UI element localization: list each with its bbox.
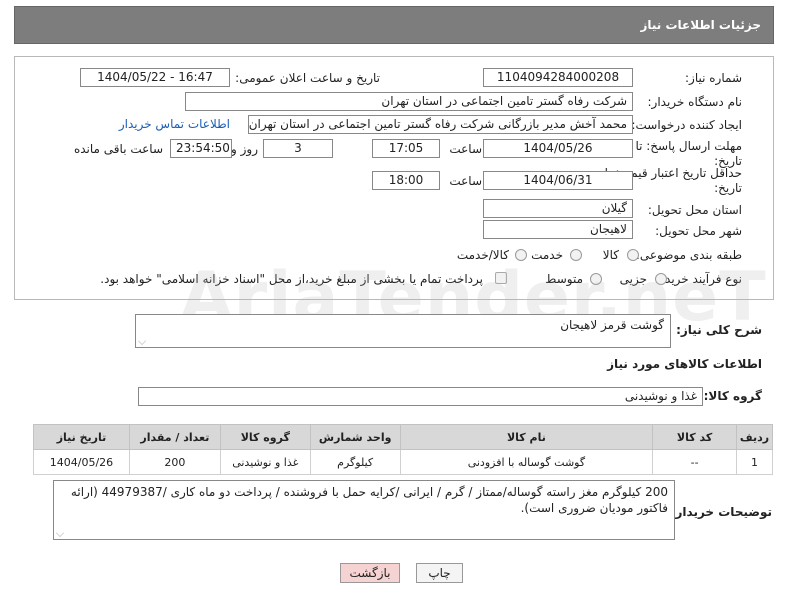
col-date: تاریخ نیاز	[33, 424, 130, 450]
goods-group-label: گروه کالا:	[703, 389, 762, 403]
delivery-province-field[interactable]: گیلان	[483, 199, 633, 218]
cell-unit: کیلوگرم	[309, 449, 401, 475]
category-service-radio[interactable]	[570, 249, 582, 261]
purchase-medium-radio[interactable]	[590, 273, 602, 285]
page-title: جزئیات اطلاعات نیاز	[640, 18, 761, 32]
buyer-contact-link[interactable]: اطلاعات تماس خریدار	[119, 117, 230, 131]
response-time-label: ساعت	[449, 142, 482, 156]
print-button[interactable]: چاپ	[416, 563, 463, 583]
need-description-text: گوشت قرمز لاهیجان	[560, 318, 664, 332]
table-header-row: ردیف کد کالا نام کالا واحد شمارش گروه کا…	[33, 424, 773, 450]
resize-grip-icon[interactable]	[138, 337, 146, 345]
category-label: طبقه بندی موضوعی:	[635, 248, 742, 262]
page-header: جزئیات اطلاعات نیاز	[14, 6, 774, 44]
response-deadline-label: مهلت ارسال پاسخ: تا تاریخ:	[635, 139, 742, 168]
col-unit: واحد شمارش	[309, 424, 401, 450]
cell-name: گوشت گوساله با افزودنی	[399, 449, 654, 475]
purchase-minor-label: جزیی	[619, 272, 647, 286]
category-service-label: خدمت	[531, 248, 563, 262]
cell-group: غذا و نوشیدنی	[219, 449, 311, 475]
price-validity-time-field[interactable]: 18:00	[372, 171, 440, 190]
time-remaining-label: ساعت باقی مانده	[73, 142, 163, 156]
buyer-org-field[interactable]: شرکت رفاه گستر تامین اجتماعی در استان ته…	[185, 92, 633, 111]
need-number-field[interactable]: 1104094284000208	[483, 68, 633, 87]
need-description-field[interactable]: گوشت قرمز لاهیجان	[135, 314, 671, 348]
purchase-minor-radio[interactable]	[655, 273, 667, 285]
requester-label: ایجاد کننده درخواست:	[631, 118, 742, 132]
need-number-label: شماره نیاز:	[685, 71, 742, 85]
buyer-notes-field[interactable]: 200 کیلوگرم مغز راسته گوساله/ممتاز / گرم…	[53, 480, 675, 540]
treasury-payment-note: پرداخت تمام یا بخشی از مبلغ خرید،از محل …	[100, 272, 483, 286]
cell-qty: 200	[128, 449, 221, 475]
col-code: کد کالا	[652, 424, 738, 450]
cell-row: 1	[736, 449, 773, 475]
buyer-org-label: نام دستگاه خریدار:	[647, 95, 743, 109]
buyer-notes-text: 200 کیلوگرم مغز راسته گوساله/ممتاز / گرم…	[70, 485, 668, 515]
announce-datetime-label: تاریخ و ساعت اعلان عمومی:	[235, 71, 380, 85]
announce-datetime-field[interactable]: 1404/05/22 - 16:47	[80, 68, 230, 87]
need-description-label: شرح کلی نیاز:	[676, 323, 762, 337]
requester-field[interactable]: محمد آخش مدیر بازرگانی شرکت رفاه گستر تا…	[248, 115, 633, 134]
cell-code: --	[652, 449, 738, 475]
col-qty: تعداد / مقدار	[128, 424, 221, 450]
col-group: گروه کالا	[219, 424, 311, 450]
cell-date: 1404/05/26	[33, 449, 130, 475]
resize-grip-icon[interactable]	[56, 529, 64, 537]
price-validity-date-field[interactable]: 1404/06/31	[483, 171, 633, 190]
category-goods-service-label: کالا/خدمت	[456, 248, 509, 262]
purchase-medium-label: متوسط	[545, 272, 583, 286]
col-row: ردیف	[736, 424, 773, 450]
delivery-province-label: استان محل تحویل:	[647, 203, 742, 217]
response-date-field[interactable]: 1404/05/26	[483, 139, 633, 158]
goods-table: ردیف کد کالا نام کالا واحد شمارش گروه کا…	[33, 424, 773, 475]
days-label: روز و	[231, 142, 258, 156]
category-goods-label: کالا	[602, 248, 619, 262]
back-button[interactable]: بازگشت	[340, 563, 400, 583]
buyer-notes-label: توضیحات خریدار:	[670, 505, 772, 519]
goods-group-field[interactable]: غذا و نوشیدنی	[138, 387, 703, 406]
goods-info-title: اطلاعات کالاهای مورد نیاز	[607, 357, 762, 371]
response-time-field[interactable]: 17:05	[372, 139, 440, 158]
purchase-type-label: نوع فرآیند خرید :	[657, 272, 742, 286]
delivery-city-field[interactable]: لاهیجان	[483, 220, 633, 239]
table-row[interactable]: 1 -- گوشت گوساله با افزودنی کیلوگرم غذا …	[33, 449, 773, 475]
col-name: نام کالا	[399, 424, 654, 450]
price-validity-time-label: ساعت	[449, 174, 482, 188]
delivery-city-label: شهر محل تحویل:	[655, 224, 742, 238]
days-remaining-field[interactable]: 3	[263, 139, 333, 158]
category-goods-radio[interactable]	[627, 249, 639, 261]
time-remaining-field[interactable]: 23:54:50	[170, 139, 232, 158]
treasury-payment-checkbox[interactable]	[495, 272, 507, 284]
category-goods-service-radio[interactable]	[515, 249, 527, 261]
